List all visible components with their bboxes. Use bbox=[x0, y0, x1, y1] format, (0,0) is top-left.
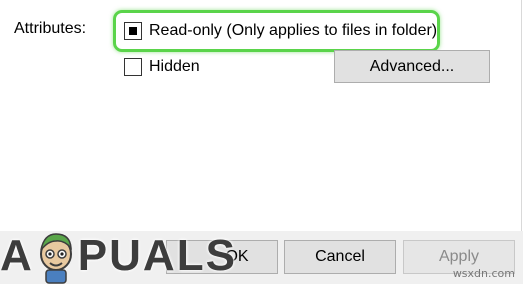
readonly-checkbox-row[interactable]: Read-only (Only applies to files in fold… bbox=[124, 22, 437, 40]
appuals-logo: A P U A L S bbox=[0, 228, 237, 284]
logo-letter-l: L bbox=[176, 231, 206, 280]
attributes-label: Attributes: bbox=[14, 20, 87, 37]
logo-letter-p: P bbox=[77, 231, 110, 280]
logo-letter-a2: A bbox=[142, 231, 177, 280]
window-edge-divider bbox=[521, 0, 522, 231]
logo-letter-u: U bbox=[109, 231, 143, 280]
hidden-checkbox-label[interactable]: Hidden bbox=[149, 58, 200, 76]
logo-letter-a1: A bbox=[0, 231, 34, 280]
watermark-text: wsxdn.com bbox=[452, 267, 515, 280]
readonly-checkbox-label[interactable]: Read-only (Only applies to files in fold… bbox=[149, 22, 437, 40]
advanced-button[interactable]: Advanced... bbox=[334, 50, 490, 83]
cancel-button[interactable]: Cancel bbox=[284, 240, 396, 274]
logo-letter-s: S bbox=[205, 231, 237, 280]
advanced-button-label: Advanced... bbox=[369, 57, 455, 75]
cancel-button-label: Cancel bbox=[315, 248, 365, 265]
hidden-checkbox-row[interactable]: Hidden bbox=[124, 58, 200, 76]
readonly-checkbox[interactable] bbox=[124, 22, 142, 40]
apply-button-label: Apply bbox=[438, 248, 480, 265]
hidden-checkbox[interactable] bbox=[124, 58, 142, 76]
mascot-icon bbox=[39, 233, 72, 284]
